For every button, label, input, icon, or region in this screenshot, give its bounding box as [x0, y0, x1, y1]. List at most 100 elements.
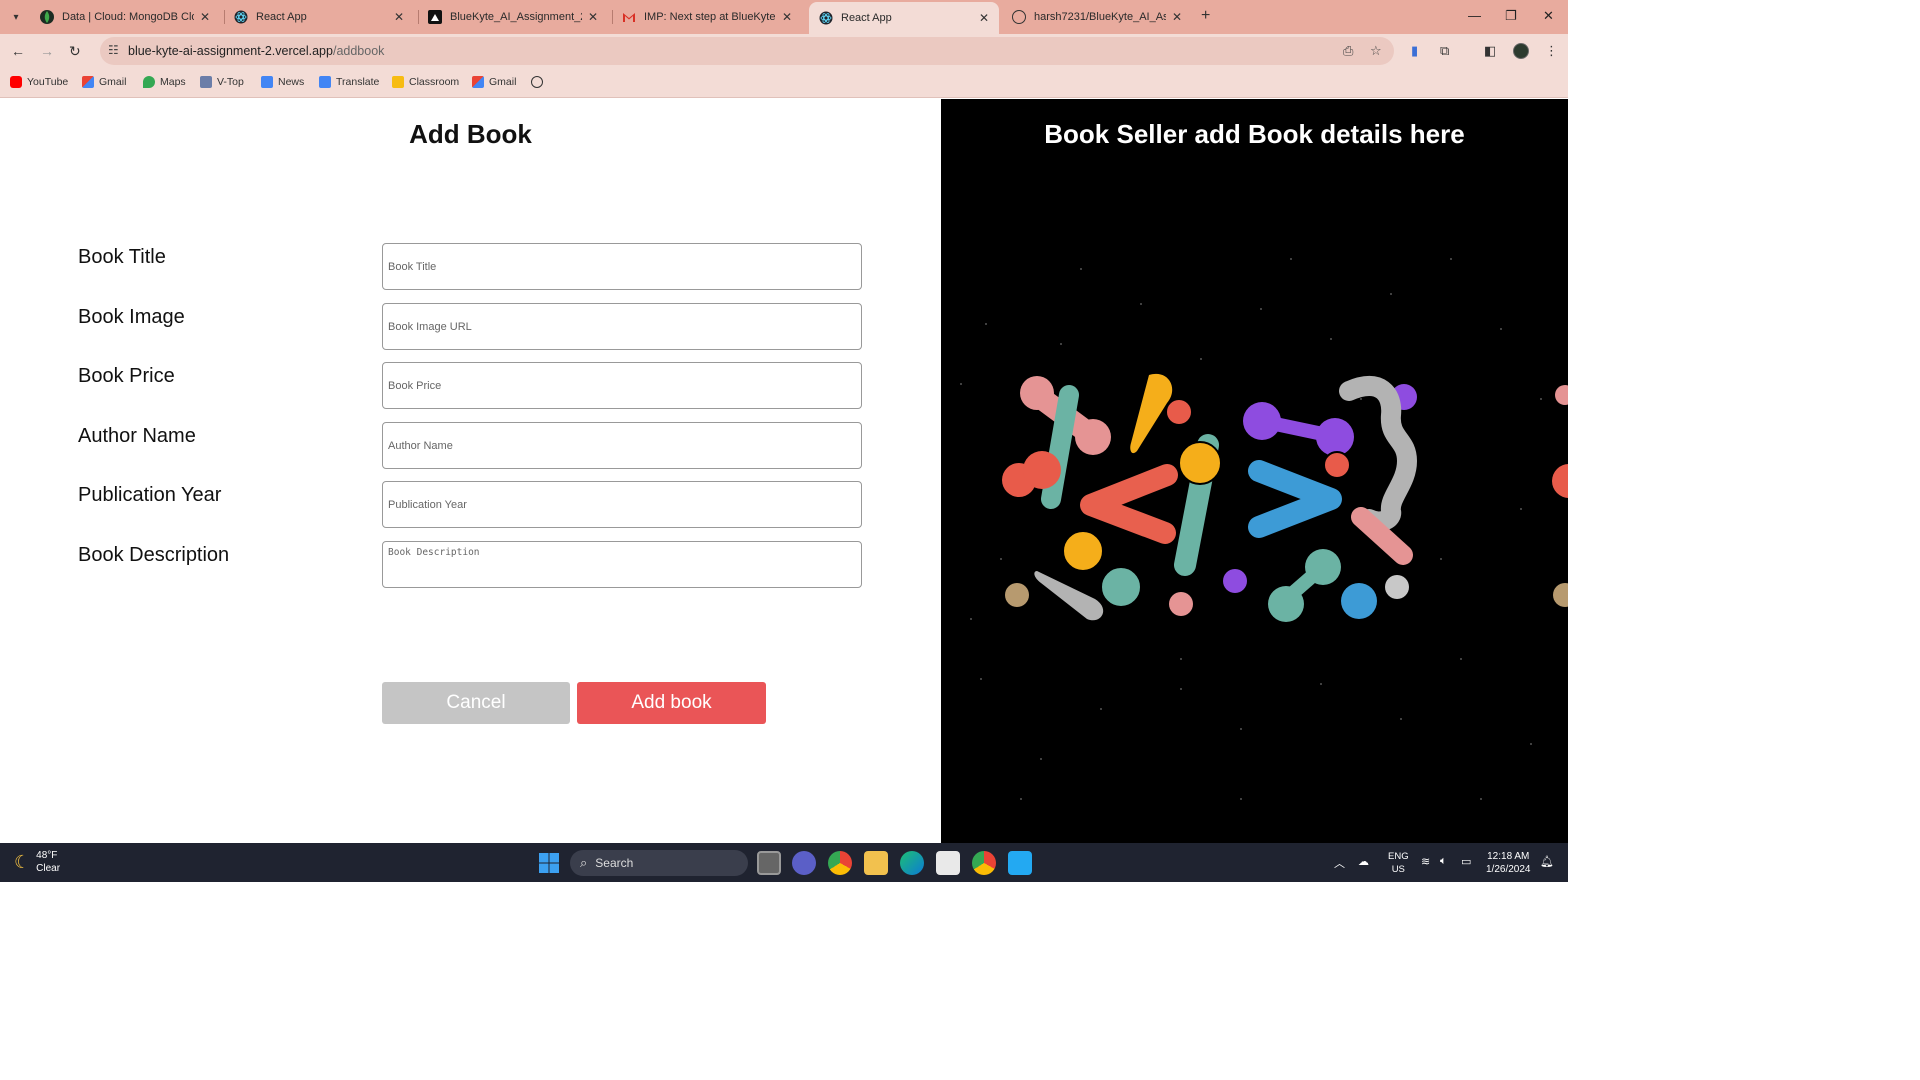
- clock[interactable]: 12:18 AM 1/26/2024: [1486, 850, 1531, 876]
- tab-backend-vercel[interactable]: BlueKyte_AI_Assignment_2_Backend ✕: [418, 4, 608, 30]
- forward-icon[interactable]: →: [40, 43, 54, 59]
- red-dot-shape: [1165, 398, 1193, 426]
- url-text[interactable]: blue-kyte-ai-assignment-2.vercel.app/add…: [128, 44, 384, 58]
- code-brackets-illustration: [960, 258, 1568, 800]
- profile-avatar[interactable]: [1513, 43, 1529, 59]
- publication-year-input[interactable]: [382, 481, 862, 528]
- bookmark-classroom[interactable]: Classroom: [392, 76, 459, 88]
- author-name-input[interactable]: [382, 422, 862, 469]
- close-icon[interactable]: ✕: [1172, 10, 1182, 24]
- page-title: Add Book: [409, 119, 532, 149]
- book-title-input[interactable]: [382, 243, 862, 290]
- restore-button[interactable]: ❐: [1505, 8, 1517, 24]
- chrome-icon[interactable]: [828, 851, 852, 875]
- greater-than-bracket-shape: [1248, 460, 1342, 538]
- tab-gmail[interactable]: IMP: Next step at BlueKyte AI - ✕: [612, 4, 802, 30]
- lang-code: ENG: [1388, 851, 1409, 862]
- minimize-button[interactable]: —: [1468, 8, 1481, 23]
- bookmark-label: Classroom: [409, 76, 460, 88]
- tab-github[interactable]: harsh7231/BlueKyte_AI_Assignment ✕: [1002, 4, 1192, 30]
- book-description-textarea[interactable]: [382, 541, 862, 588]
- yellow-circle-shape: [1178, 441, 1222, 485]
- tab-title: React App: [841, 12, 892, 24]
- window-close-button[interactable]: ✕: [1543, 8, 1554, 24]
- clock-date: 1/26/2024: [1486, 864, 1531, 875]
- publication-year-label: Publication Year: [78, 484, 222, 506]
- mongodb-icon: [40, 10, 54, 24]
- windows-taskbar: ☾ 48°F Clear ⌕ Search ︿ ☁ ENG US ≋ 🔈︎ ▭ …: [0, 843, 1568, 882]
- blue-circle-shape: [1341, 583, 1377, 619]
- volume-icon[interactable]: 🔈︎: [1440, 855, 1447, 868]
- bookmark-gmail-2[interactable]: Gmail: [472, 76, 516, 88]
- bookmark-label: Gmail: [99, 76, 127, 88]
- book-image-label: Book Image: [78, 306, 185, 328]
- file-explorer-icon[interactable]: [864, 851, 888, 875]
- tab-search-button[interactable]: ▾: [6, 7, 26, 27]
- search-icon: ⌕: [580, 855, 588, 870]
- tab-mongodb[interactable]: Data | Cloud: MongoDB Cloud ✕: [30, 4, 220, 30]
- pink-dot-shape: [1169, 592, 1193, 616]
- onedrive-cloud-icon[interactable]: ☁: [1358, 855, 1369, 868]
- close-icon[interactable]: ✕: [979, 11, 989, 25]
- book-price-label: Book Price: [78, 365, 175, 387]
- reload-icon[interactable]: ↻: [69, 43, 81, 60]
- chrome-active-icon[interactable]: [972, 851, 996, 875]
- gmail-icon: [82, 76, 94, 88]
- close-icon[interactable]: ✕: [394, 10, 404, 24]
- wifi-icon[interactable]: ≋: [1421, 855, 1430, 868]
- teal-bone-shape: [1268, 549, 1341, 622]
- tab-react-app[interactable]: React App ✕: [224, 4, 414, 30]
- extension-icon[interactable]: ▮: [1411, 43, 1418, 59]
- bookmark-globe[interactable]: [531, 76, 548, 88]
- extensions-puzzle-icon[interactable]: ⧉: [1440, 43, 1449, 59]
- classroom-icon: [392, 76, 404, 88]
- close-icon[interactable]: ✕: [782, 10, 792, 24]
- menu-kebab-icon[interactable]: ⋮: [1545, 43, 1558, 59]
- bookmark-translate[interactable]: Translate: [319, 76, 379, 88]
- bookmark-youtube[interactable]: YouTube: [10, 76, 68, 88]
- close-icon[interactable]: ✕: [200, 10, 210, 24]
- taskbar-search[interactable]: ⌕ Search: [570, 850, 748, 876]
- edge-icon[interactable]: [900, 851, 924, 875]
- grey-dot-shape: [1385, 575, 1409, 599]
- tab-react-app-active[interactable]: React App ✕: [809, 2, 999, 34]
- windows-start-icon[interactable]: [537, 851, 561, 875]
- weather-widget[interactable]: ☾ 48°F Clear: [14, 849, 60, 875]
- bookmark-label: News: [278, 76, 305, 88]
- close-icon[interactable]: ✕: [588, 10, 598, 24]
- chevron-up-icon[interactable]: ︿: [1334, 855, 1345, 871]
- back-icon[interactable]: ←: [11, 43, 25, 59]
- react-icon: [819, 11, 833, 25]
- bookmark-star-icon[interactable]: ☆: [1370, 43, 1382, 59]
- side-panel-icon[interactable]: ◧: [1484, 43, 1496, 59]
- bookmark-gmail[interactable]: Gmail: [82, 76, 126, 88]
- install-app-icon[interactable]: ⎙: [1343, 43, 1353, 59]
- bookmark-vtop[interactable]: V-Top: [200, 76, 244, 88]
- new-tab-button[interactable]: +: [1201, 7, 1210, 25]
- store-icon[interactable]: [936, 851, 960, 875]
- site-info-icon[interactable]: ☷: [108, 43, 119, 57]
- moon-icon: ☾: [14, 851, 31, 872]
- weather-desc: Clear: [36, 863, 61, 874]
- task-view-icon[interactable]: [757, 851, 781, 875]
- tab-title: React App: [256, 11, 307, 23]
- cancel-button[interactable]: Cancel: [382, 682, 570, 724]
- address-bar[interactable]: ☷ blue-kyte-ai-assignment-2.vercel.app/a…: [100, 37, 1394, 65]
- bookmark-news[interactable]: News: [261, 76, 304, 88]
- bookmark-label: Gmail: [489, 76, 517, 88]
- browser-toolbar: ← → ↻ ☷ blue-kyte-ai-assignment-2.vercel…: [0, 34, 1568, 68]
- news-icon: [261, 76, 273, 88]
- battery-icon[interactable]: ▭: [1461, 855, 1471, 868]
- yellow-circle-shape: [1062, 530, 1104, 572]
- purple-bone-shape: [1243, 402, 1354, 456]
- language-indicator[interactable]: ENG US: [1388, 850, 1409, 876]
- bookmark-maps[interactable]: Maps: [143, 76, 186, 88]
- notification-bell-icon[interactable]: 🔔︎: [1540, 855, 1554, 868]
- grey-triangle-shape: [1034, 571, 1104, 621]
- vscode-icon[interactable]: [1008, 851, 1032, 875]
- add-book-button[interactable]: Add book: [577, 682, 766, 724]
- chat-icon[interactable]: [792, 851, 816, 875]
- book-image-url-input[interactable]: [382, 303, 862, 350]
- tan-dot-shape: [1005, 583, 1029, 607]
- book-price-input[interactable]: [382, 362, 862, 409]
